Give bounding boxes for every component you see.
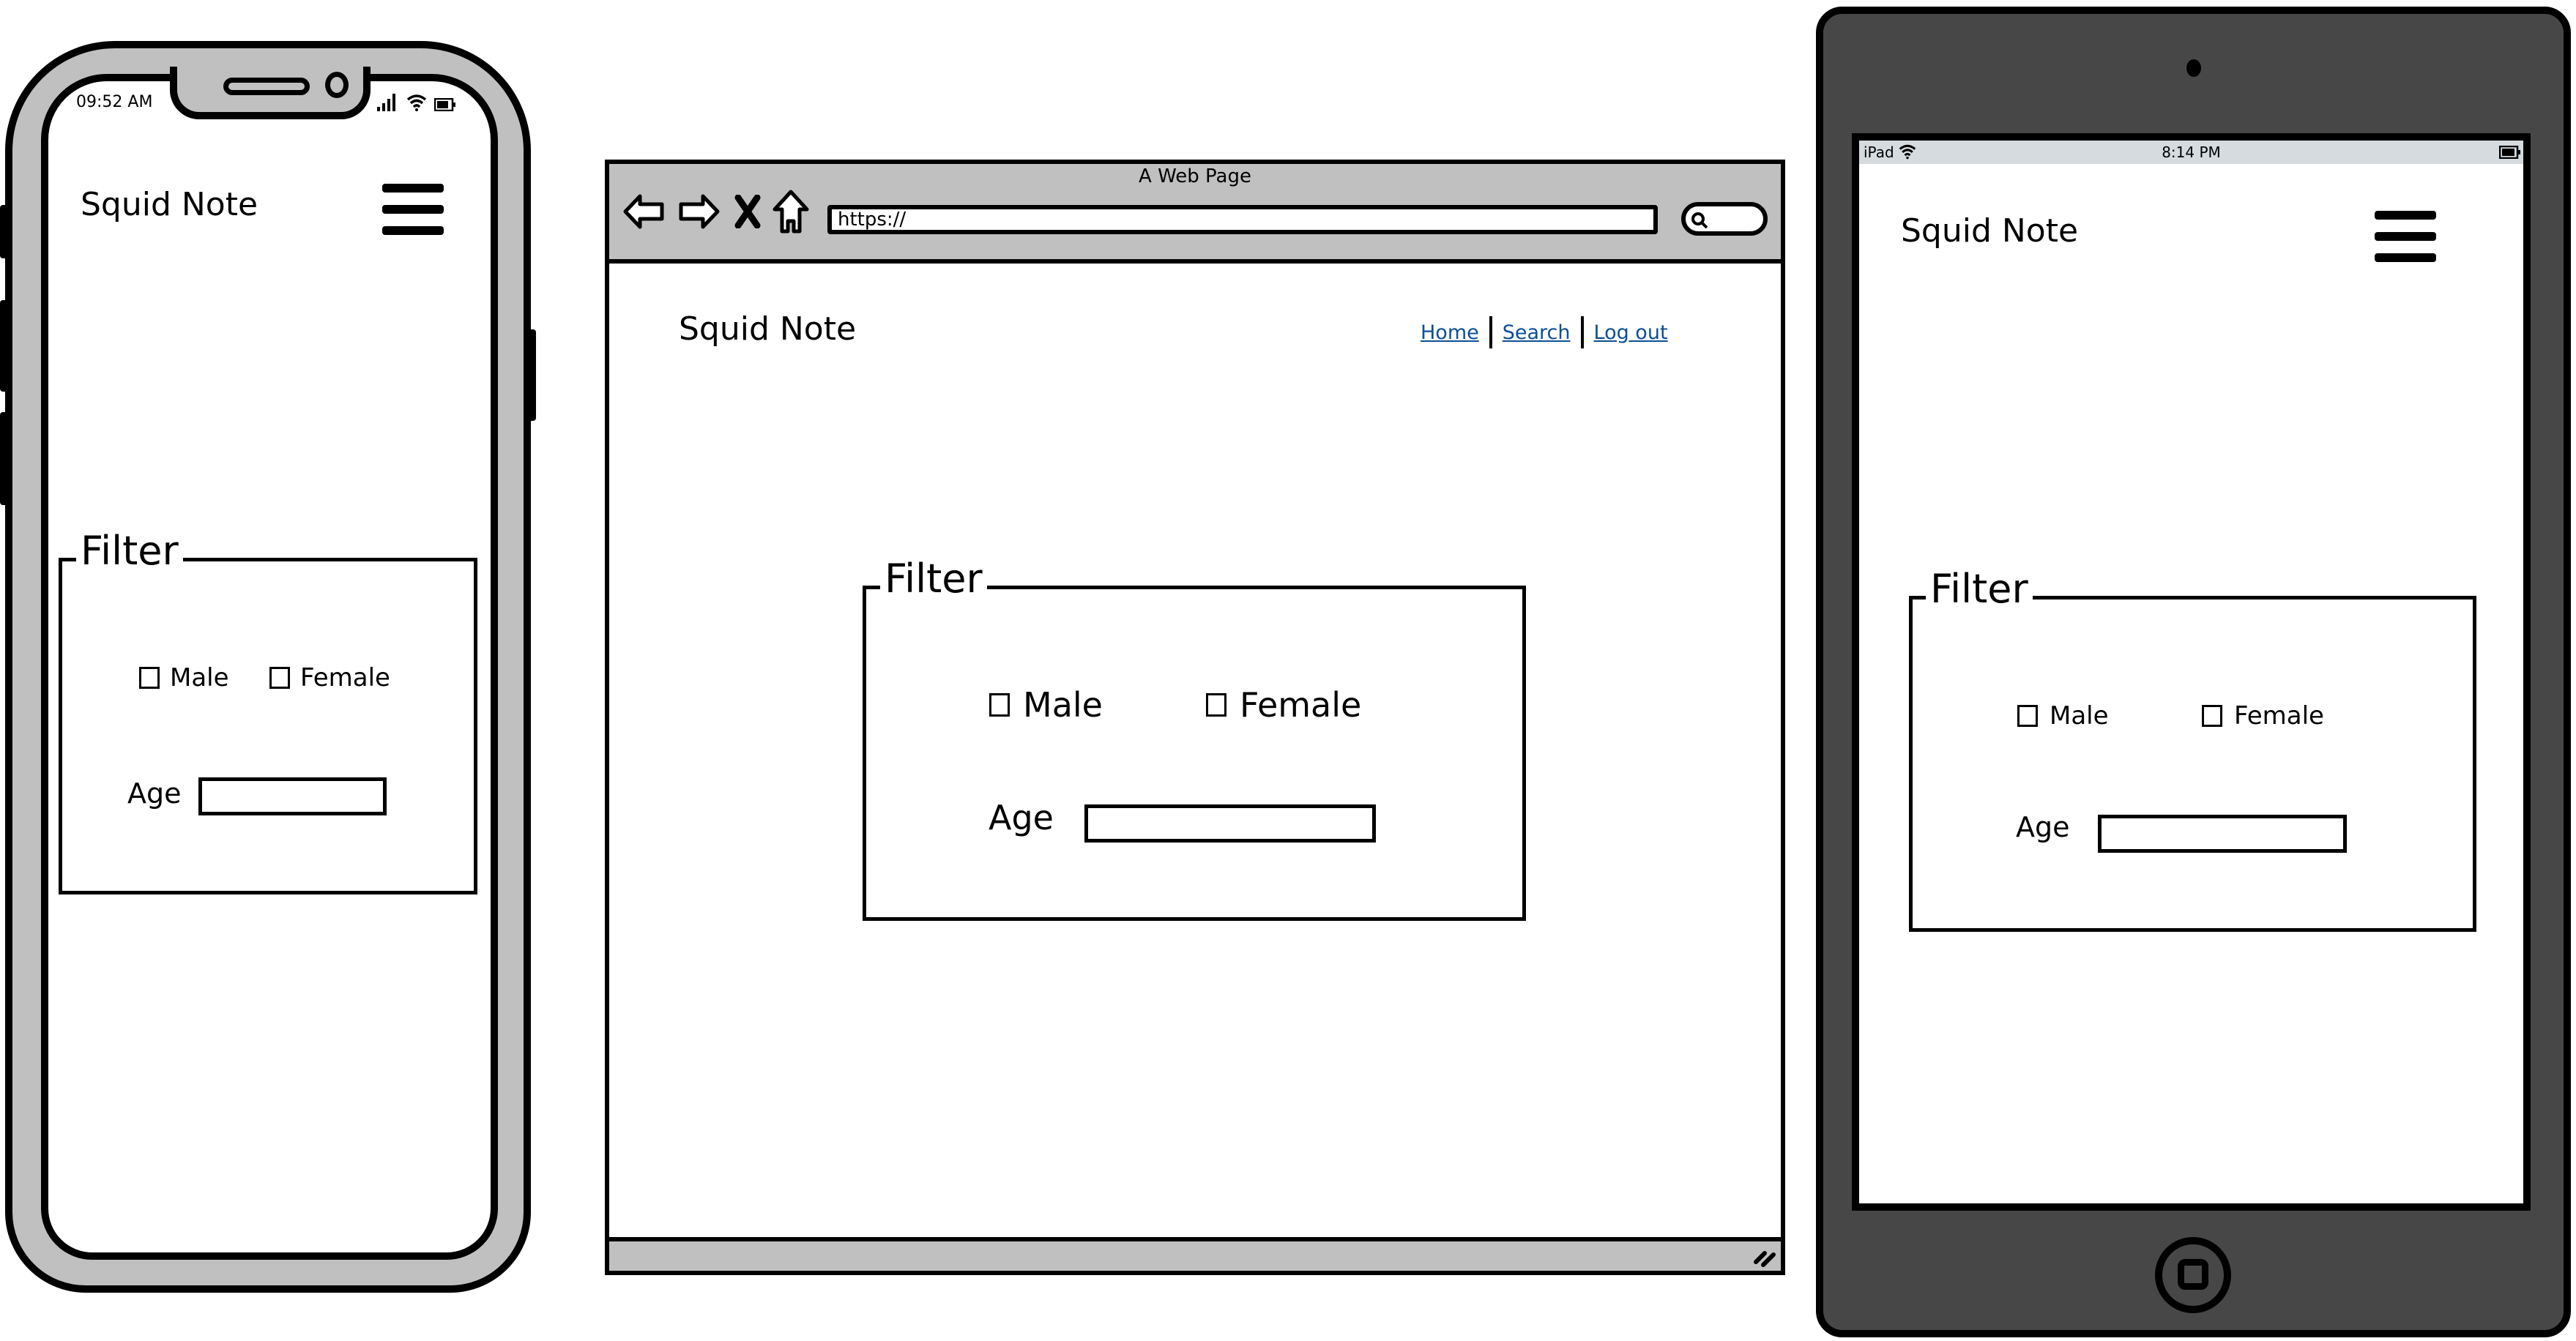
forward-arrow-icon[interactable]	[677, 192, 721, 231]
resize-grip-icon[interactable]	[1753, 1246, 1778, 1268]
home-icon[interactable]	[772, 189, 810, 234]
checkbox-icon[interactable]	[2017, 705, 2038, 727]
checkbox-icon[interactable]	[1206, 693, 1226, 717]
browser-age-input[interactable]	[1084, 804, 1376, 843]
stop-icon[interactable]	[734, 195, 762, 228]
browser-window-title: A Web Page	[1139, 165, 1251, 187]
tablet-status-time: 8:14 PM	[2162, 143, 2221, 161]
battery-icon	[2499, 146, 2520, 159]
url-bar[interactable]: https://	[827, 205, 1658, 234]
checkbox-label: Male	[2050, 701, 2109, 731]
checkbox-label: Female	[300, 663, 390, 692]
checkbox-icon[interactable]	[269, 667, 290, 689]
tablet-camera	[2186, 59, 2201, 77]
phone-female-checkbox[interactable]: Female	[269, 663, 390, 692]
tablet-filter-group	[1909, 596, 2476, 932]
tablet-male-checkbox[interactable]: Male	[2017, 701, 2109, 731]
tablet-status-bar: iPad 8:14 PM	[1859, 141, 2523, 164]
nav-separator	[1580, 316, 1584, 348]
checkbox-label: Female	[2234, 701, 2324, 731]
battery-icon	[434, 98, 455, 111]
phone-filter-group	[59, 558, 477, 894]
nav-link-search[interactable]: Search	[1503, 321, 1571, 344]
checkbox-label: Male	[1023, 685, 1103, 725]
tablet-filter-legend: Filter	[1926, 569, 2033, 609]
nav-separator	[1489, 316, 1492, 348]
home-square-icon	[2178, 1259, 2208, 1290]
browser-female-checkbox[interactable]: Female	[1206, 685, 1361, 725]
phone-male-checkbox[interactable]: Male	[139, 663, 229, 692]
checkbox-icon[interactable]	[139, 667, 160, 689]
checkbox-icon[interactable]	[2202, 705, 2222, 727]
browser-status-bar	[605, 1237, 1785, 1275]
browser-search-button[interactable]	[1681, 202, 1768, 236]
browser-filter-legend: Filter	[880, 559, 987, 599]
phone-camera	[325, 72, 349, 98]
browser-age-label: Age	[989, 798, 1054, 837]
nav-link-home[interactable]: Home	[1421, 321, 1479, 344]
phone-status-icons	[377, 89, 456, 111]
checkbox-icon[interactable]	[989, 693, 1010, 717]
checkbox-label: Male	[170, 663, 229, 692]
top-nav: Home Search Log out	[1421, 316, 1668, 348]
browser-male-checkbox[interactable]: Male	[989, 685, 1103, 725]
hamburger-menu-icon[interactable]	[382, 184, 444, 235]
phone-status-time: 09:52 AM	[76, 93, 153, 111]
phone-age-input[interactable]	[198, 777, 387, 815]
hamburger-menu-icon[interactable]	[2375, 211, 2436, 262]
signal-icon	[377, 94, 395, 111]
tablet-app-title: Squid Note	[1901, 212, 2079, 250]
phone-app-title: Squid Note	[81, 186, 258, 223]
back-arrow-icon[interactable]	[622, 192, 666, 231]
checkbox-label: Female	[1240, 685, 1362, 725]
browser-app-title: Squid Note	[679, 310, 857, 348]
browser-filter-group	[863, 586, 1526, 921]
tablet-female-checkbox[interactable]: Female	[2202, 701, 2324, 731]
search-icon	[1691, 212, 1708, 229]
phone-speaker	[223, 78, 310, 95]
phone-filter-legend: Filter	[76, 531, 183, 571]
phone-age-label: Age	[127, 777, 182, 810]
tablet-age-label: Age	[2016, 811, 2070, 843]
tablet-age-input[interactable]	[2098, 815, 2347, 853]
wifi-icon	[406, 94, 427, 111]
nav-link-logout[interactable]: Log out	[1594, 321, 1668, 344]
